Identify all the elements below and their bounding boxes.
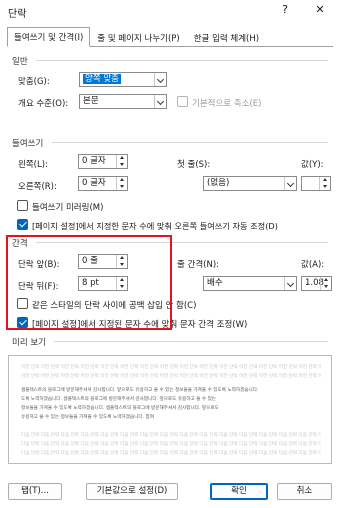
tab-asian-typography[interactable]: 한글 입력 체계(H) <box>187 29 266 47</box>
chevron-down-icon <box>154 73 166 86</box>
preview-sample-text: 유용하고 쓸 수 있는 정보들을 가져올 수 있도록 노력하겠습니다. 참여 <box>21 415 154 420</box>
spin-down-icon[interactable] <box>116 183 127 190</box>
preview-sample-text: 도록 노력하겠습니다. 샘플텍스트의 블로그에 방문해주셔서 감사합니다. 앞으… <box>21 397 217 402</box>
alignment-dropdown[interactable]: 양쪽 맞춤 <box>79 72 167 87</box>
outline-level-label: 개요 수준(O): <box>18 99 69 109</box>
alignment-value: 양쪽 맞춤 <box>83 74 121 84</box>
indent-left-value: 0 글자 <box>82 156 106 166</box>
preview-next-paragraph: 다음 단락 다음 단락 다음 단락 다음 단락 다음 단락 다음 단락 다음 단… <box>21 442 321 447</box>
tabs-button[interactable]: 탭(T)... <box>8 483 62 500</box>
collapsed-label: 기본적으로 축소(E) <box>192 99 262 109</box>
highlight-box <box>6 235 172 330</box>
line-spacing-dropdown[interactable]: 배수 <box>203 276 297 291</box>
special-indent-value: (없음) <box>207 178 230 188</box>
indent-by-spinner[interactable] <box>301 176 331 191</box>
indentation-header: 들여쓰기 <box>12 139 44 149</box>
help-icon[interactable]: ? <box>276 2 294 18</box>
special-indent-dropdown[interactable]: (없음) <box>203 176 297 191</box>
mirror-indents-checkbox[interactable] <box>17 200 28 211</box>
line-spacing-at-label: 값(A): <box>301 260 325 270</box>
preview-header: 미리 보기 <box>12 338 46 348</box>
mirror-indents-label: 들여쓰기 미러링(M) <box>32 203 104 213</box>
preview-divider <box>54 341 328 342</box>
spin-down-icon[interactable] <box>116 161 127 168</box>
chevron-down-icon <box>284 277 296 290</box>
line-spacing-value: 배수 <box>207 278 223 288</box>
dialog-title: 단락 <box>8 9 27 20</box>
indent-left-spinner[interactable]: 0 글자 <box>78 154 128 169</box>
outline-level-dropdown[interactable]: 본문 <box>79 94 167 109</box>
tab-line-page-breaks[interactable]: 줄 및 페이지 나누기(P) <box>90 29 186 47</box>
preview-next-paragraph: 다음 단락 다음 단락 다음 단락 다음 단락 다음 단락 다음 단락 다음 단… <box>21 433 321 438</box>
spin-down-icon[interactable] <box>320 283 331 290</box>
auto-adjust-indent-checkbox[interactable] <box>17 219 28 230</box>
ok-button[interactable]: 확인 <box>210 483 268 500</box>
tab-indents-spacing[interactable]: 들여쓰기 및 간격(I) <box>7 27 91 47</box>
alignment-label: 맞춤(G): <box>18 77 50 87</box>
line-spacing-at-spinner[interactable]: 1.08 <box>301 276 332 291</box>
chevron-down-icon <box>284 177 296 190</box>
close-icon[interactable]: ✕ <box>311 2 329 18</box>
outline-level-value: 본문 <box>83 96 99 106</box>
cancel-button[interactable]: 취소 <box>277 483 332 500</box>
general-header: 일반 <box>12 57 28 67</box>
line-spacing-label: 줄 간격(N): <box>177 260 220 270</box>
indent-left-label: 왼쪽(L): <box>18 160 48 170</box>
preview-next-paragraph: 다음 단락 다음 단락 다음 단락 다음 단락 다음 단락 다음 단락 다음 단… <box>21 451 321 456</box>
preview-previous-paragraph: 이전 단락 이전 단락 이전 단락 이전 단락 이전 단락 이전 단락 이전 단… <box>21 365 321 370</box>
indent-by-label: 값(Y): <box>301 160 324 170</box>
spin-down-icon[interactable] <box>319 183 330 190</box>
preview-sample-text: 샘플텍스트의 블로그에 방문해주셔서 감사합니다. 앞으로도 유용하고 쓸 수 … <box>21 388 259 393</box>
indentation-divider <box>52 142 328 143</box>
tab-strip: 들여쓰기 및 간격(I) 줄 및 페이지 나누기(P) 한글 입력 체계(H) <box>7 27 266 47</box>
preview-pane: 이전 단락 이전 단락 이전 단락 이전 단락 이전 단락 이전 단락 이전 단… <box>8 355 332 464</box>
set-as-default-button[interactable]: 기본값으로 설정(D) <box>86 483 178 500</box>
preview-sample-text: 정보들을 가져올 수 있도록 노력하겠습니다. 샘플텍스트의 블로그에 방문해주… <box>21 406 219 411</box>
indent-right-spinner[interactable]: 0 글자 <box>78 176 128 191</box>
chevron-down-icon <box>154 95 166 108</box>
auto-adjust-indent-label: [페이지 설정]에서 지정한 문자 수에 맞춰 오른쪽 들여쓰기 자동 조정(D… <box>32 221 278 231</box>
indent-right-value: 0 글자 <box>82 178 106 188</box>
preview-previous-paragraph: 이전 단락 이전 단락 이전 단락 이전 단락 이전 단락 이전 단락 이전 단… <box>21 374 321 379</box>
general-divider <box>36 60 328 61</box>
collapsed-checkbox[interactable] <box>177 96 188 107</box>
indent-right-label: 오른쪽(R): <box>18 182 57 192</box>
special-indent-label: 첫 줄(S): <box>177 160 211 170</box>
